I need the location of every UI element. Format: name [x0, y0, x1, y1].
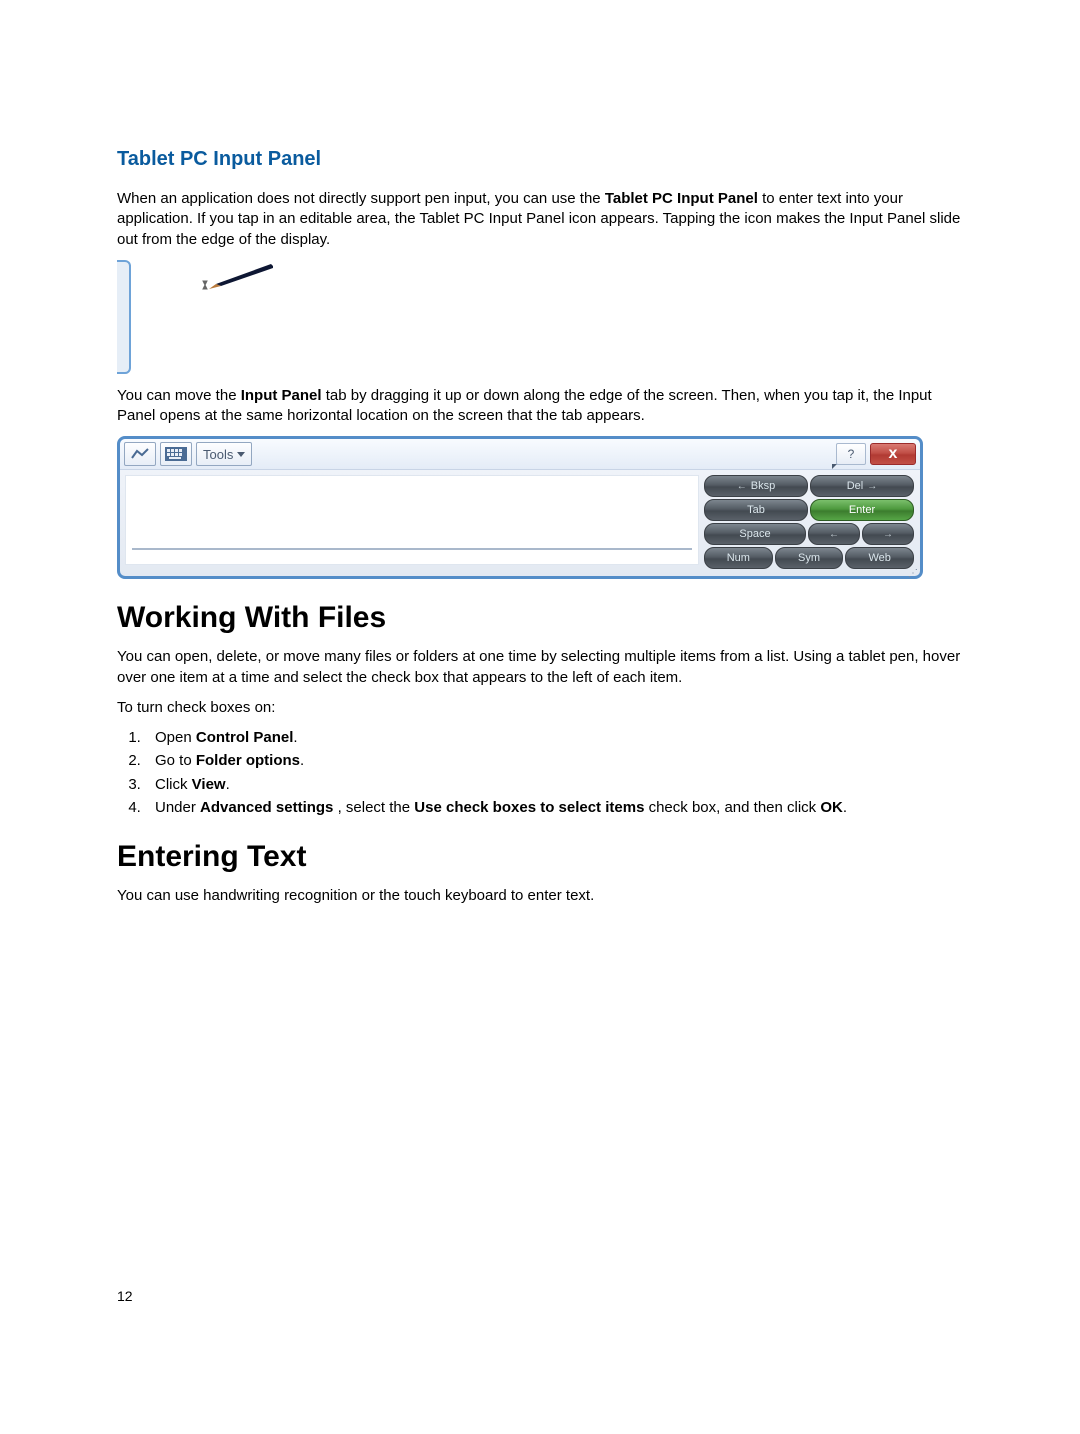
paragraph: You can open, delete, or move many files…: [117, 647, 963, 688]
delete-key[interactable]: Del→: [810, 475, 914, 497]
figure-edge-tab-and-pen: [117, 260, 963, 374]
handwriting-mode-button[interactable]: [124, 442, 156, 466]
text-bold: Input Panel: [241, 387, 322, 404]
backspace-key[interactable]: ← Bksp: [704, 475, 808, 497]
tablet-input-panel-window: Tools ? x ←Bksp Del→ Tab Enter Space ←: [117, 436, 923, 579]
key-label: Web: [868, 552, 890, 564]
section-working-with-files-title: Working With Files: [117, 601, 963, 635]
section-tablet-pc-input-panel-title: Tablet PC Input Panel: [117, 148, 963, 171]
cursor-right-key[interactable]: →: [862, 523, 914, 545]
key-label: Enter: [849, 504, 875, 516]
text-bold: Use check boxes to select items: [414, 799, 644, 816]
text-bold: OK: [820, 799, 843, 816]
space-key[interactable]: Space: [704, 523, 806, 545]
paragraph: You can move the Input Panel tab by drag…: [117, 386, 963, 427]
text-bold: View: [192, 776, 226, 793]
key-label: Space: [739, 528, 770, 540]
key-label: Del: [847, 480, 864, 492]
tip-body: ←Bksp Del→ Tab Enter Space ← → Num Sym W…: [120, 470, 920, 570]
list-item: Open Control Panel.: [145, 728, 963, 748]
text: .: [300, 752, 304, 769]
tip-keypad: ←Bksp Del→ Tab Enter Space ← → Num Sym W…: [704, 470, 920, 570]
text: Open: [155, 729, 196, 746]
keyboard-mode-button[interactable]: [160, 442, 192, 466]
pen-icon: [201, 262, 271, 287]
text-bold: Tablet PC Input Panel: [605, 190, 758, 207]
arrow-right-icon: →: [867, 481, 877, 492]
text: , select the: [338, 799, 415, 816]
list-item: Under Advanced settings , select the Use…: [145, 798, 963, 818]
arrow-left-icon: ←: [829, 529, 839, 540]
list-item: Go to Folder options.: [145, 751, 963, 771]
chevron-down-icon: [237, 452, 245, 457]
page-number: 12: [117, 1288, 133, 1304]
list-item: Click View.: [145, 775, 963, 795]
text: .: [843, 799, 847, 816]
tools-label: Tools: [203, 447, 233, 462]
close-icon: x: [889, 445, 898, 463]
key-label: Num: [727, 552, 750, 564]
text-bold: Advanced settings: [200, 799, 338, 816]
text: .: [293, 729, 297, 746]
tab-key[interactable]: Tab: [704, 499, 808, 521]
paragraph: To turn check boxes on:: [117, 698, 963, 718]
section-entering-text-title: Entering Text: [117, 840, 963, 874]
steps-list: Open Control Panel. Go to Folder options…: [117, 728, 963, 818]
text: Click: [155, 776, 192, 793]
paragraph: When an application does not directly su…: [117, 189, 963, 250]
help-button[interactable]: ?: [836, 443, 866, 465]
num-key[interactable]: Num: [704, 547, 773, 569]
text: When an application does not directly su…: [117, 190, 605, 207]
sym-key[interactable]: Sym: [775, 547, 844, 569]
key-label: Tab: [747, 504, 765, 516]
text-bold: Control Panel: [196, 729, 294, 746]
text: You can move the: [117, 387, 241, 404]
web-key[interactable]: Web: [845, 547, 914, 569]
handwriting-area[interactable]: [125, 475, 699, 565]
text: .: [226, 776, 230, 793]
input-panel-edge-tab-icon: [117, 260, 131, 374]
arrow-left-icon: ←: [737, 481, 747, 492]
key-label: Sym: [798, 552, 820, 564]
text: Under: [155, 799, 200, 816]
cursor-left-key[interactable]: ←: [808, 523, 860, 545]
text: check box, and then click: [644, 799, 820, 816]
key-label: Bksp: [751, 480, 775, 492]
text-bold: Folder options: [196, 752, 300, 769]
enter-key[interactable]: Enter: [810, 499, 914, 521]
paragraph: You can use handwriting recognition or t…: [117, 886, 963, 906]
tip-toolbar: Tools ? x: [120, 439, 920, 470]
arrow-right-icon: →: [883, 529, 893, 540]
text: Go to: [155, 752, 196, 769]
help-label: ?: [848, 447, 855, 461]
close-button[interactable]: x: [870, 443, 916, 465]
tools-menu-button[interactable]: Tools: [196, 442, 252, 466]
